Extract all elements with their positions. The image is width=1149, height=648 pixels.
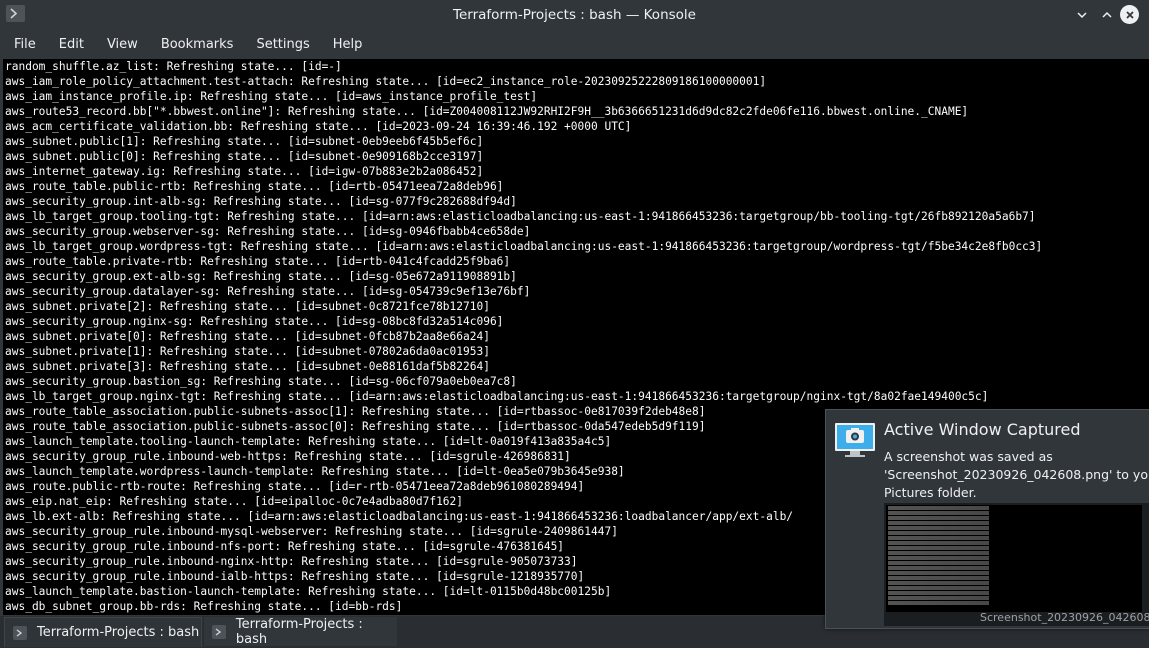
thumbnail-line bbox=[888, 526, 1140, 530]
screenshot-notification[interactable]: Active Window Captured A screenshot was … bbox=[825, 409, 1149, 629]
tab-label: Terraform-Projects : bash bbox=[235, 616, 363, 647]
thumbnail-line bbox=[888, 541, 1140, 545]
terminal-icon bbox=[212, 624, 226, 639]
notification-body: A screenshot was saved as 'Screenshot_20… bbox=[884, 448, 1149, 502]
tab-label: Terraform-Projects : bash bbox=[37, 625, 200, 640]
terminal-line: aws_subnet.private[1]: Refreshing state.… bbox=[5, 345, 490, 358]
thumbnail-line bbox=[888, 566, 1140, 570]
terminal-line: aws_subnet.private[2]: Refreshing state.… bbox=[5, 300, 490, 313]
thumbnail-line bbox=[888, 576, 1140, 580]
close-icon bbox=[1125, 10, 1134, 19]
maximize-button[interactable] bbox=[1096, 4, 1118, 26]
thumbnail-line bbox=[888, 596, 1140, 600]
terminal-line: aws_subnet.public[0]: Refreshing state..… bbox=[5, 150, 484, 163]
terminal-line: aws_security_group.webserver-sg: Refresh… bbox=[5, 225, 531, 238]
chevron-up-icon bbox=[1102, 11, 1112, 18]
terminal-line: aws_route_table.public-rtb: Refreshing s… bbox=[5, 180, 504, 193]
thumbnail-line bbox=[888, 556, 1140, 560]
terminal-line: aws_security_group.nginx-sg: Refreshing … bbox=[5, 315, 504, 328]
menu-settings[interactable]: Settings bbox=[252, 37, 318, 52]
title-bar: Terraform-Projects : bash — Konsole bbox=[0, 0, 1149, 30]
terminal-line: aws_lb_target_group.wordpress-tgt: Refre… bbox=[5, 240, 1043, 253]
terminal-line: aws_security_group.ext-alb-sg: Refreshin… bbox=[5, 270, 517, 283]
terminal-line: aws_route53_record.bb["*.bbwest.online"]… bbox=[5, 105, 969, 118]
tab-terraform-bash-1[interactable]: Terraform-Projects : bash bbox=[4, 617, 202, 647]
notification-body-line: Pictures folder. bbox=[884, 485, 977, 500]
terminal-line: aws_security_group.int-alb-sg: Refreshin… bbox=[5, 195, 517, 208]
menu-view[interactable]: View bbox=[103, 37, 147, 52]
thumbnail-line bbox=[888, 546, 1140, 550]
terminal-line: aws_internet_gateway.ig: Refreshing stat… bbox=[5, 165, 484, 178]
thumbnail-line bbox=[888, 536, 1140, 540]
terminal-icon bbox=[13, 625, 27, 640]
thumbnail-line bbox=[888, 521, 1140, 525]
terminal-line: aws_lb_target_group.nginx-tgt: Refreshin… bbox=[5, 390, 989, 403]
terminal-line: aws_iam_instance_profile.ip: Refreshing … bbox=[5, 90, 538, 103]
menu-help[interactable]: Help bbox=[329, 37, 372, 52]
menu-edit[interactable]: Edit bbox=[55, 37, 93, 52]
thumbnail-line bbox=[888, 601, 1140, 605]
thumbnail-line bbox=[888, 571, 1140, 575]
notification-body-line: A screenshot was saved as bbox=[884, 449, 1053, 464]
terminal-line: aws_security_group.bastion_sg: Refreshin… bbox=[5, 375, 517, 388]
thumbnail-line bbox=[888, 531, 1140, 535]
terminal-line: aws_security_group.datalayer-sg: Refresh… bbox=[5, 285, 531, 298]
chevron-down-icon bbox=[1077, 12, 1087, 19]
thumbnail-line bbox=[888, 586, 1140, 590]
thumbnail-line bbox=[888, 511, 1140, 515]
tab-terraform-bash-2[interactable]: Terraform-Projects : bash bbox=[204, 616, 397, 647]
thumbnail-preview bbox=[886, 505, 1142, 612]
thumbnail-line bbox=[888, 551, 1140, 555]
terminal-line: aws_lb_target_group.tooling-tgt: Refresh… bbox=[5, 210, 1036, 223]
terminal-line: aws_iam_role_policy_attachment.test-atta… bbox=[5, 75, 767, 88]
notification-title: Active Window Captured bbox=[884, 420, 1081, 439]
menu-bookmarks[interactable]: Bookmarks bbox=[157, 37, 243, 52]
screenshot-camera-icon bbox=[834, 420, 878, 460]
close-button[interactable] bbox=[1120, 5, 1139, 24]
menu-file[interactable]: File bbox=[10, 37, 45, 52]
notification-body-line: 'Screenshot_20230926_042608.png' to your bbox=[884, 467, 1149, 482]
window-title: Terraform-Projects : bash — Konsole bbox=[453, 7, 696, 23]
terminal-line: random_shuffle.az_list: Refreshing state… bbox=[5, 60, 342, 73]
thumbnail-line bbox=[888, 561, 1140, 565]
thumbnail-line bbox=[888, 506, 1140, 510]
terminal-line: aws_subnet.private[3]: Refreshing state.… bbox=[5, 360, 490, 373]
terminal-line: aws_subnet.private[0]: Refreshing state.… bbox=[5, 330, 490, 343]
thumbnail-caption: Screenshot_20230926_042608.png bbox=[980, 611, 1149, 624]
thumbnail-line bbox=[888, 516, 1140, 520]
menu-bar: File Edit View Bookmarks Settings Help bbox=[0, 30, 1149, 58]
thumbnail-line bbox=[888, 591, 1140, 595]
terminal-line: aws_route_table.private-rtb: Refreshing … bbox=[5, 255, 511, 268]
minimize-button[interactable] bbox=[1071, 4, 1093, 26]
thumbnail-line bbox=[888, 581, 1140, 585]
terminal-line: aws_acm_certificate_validation.bb: Refre… bbox=[5, 120, 632, 133]
screenshot-thumbnail[interactable]: Screenshot_20230926_042608.png bbox=[884, 503, 1149, 626]
terminal-line: aws_subnet.public[1]: Refreshing state..… bbox=[5, 135, 484, 148]
